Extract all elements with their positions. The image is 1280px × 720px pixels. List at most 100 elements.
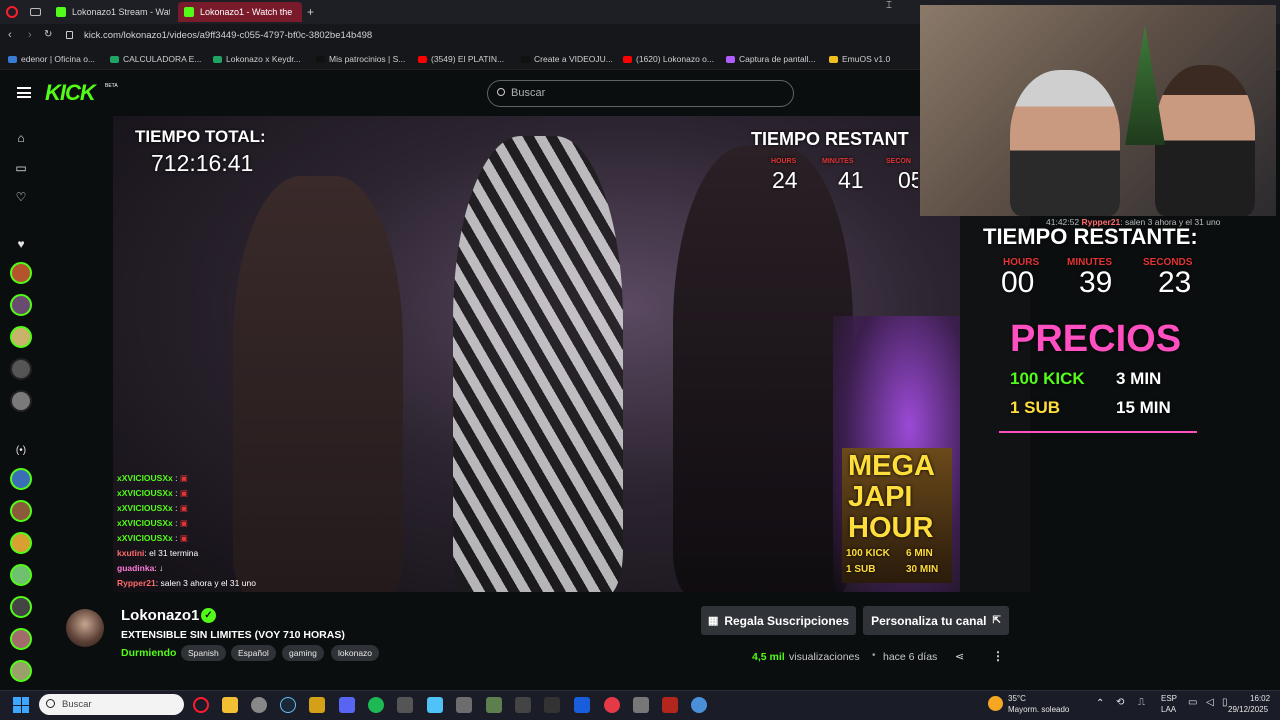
avatar[interactable] — [10, 326, 32, 348]
avatar[interactable] — [10, 628, 32, 650]
spotify-icon[interactable] — [368, 697, 384, 713]
home-icon[interactable]: ⌂ — [11, 128, 31, 148]
channel-name[interactable]: Lokonazo1 — [121, 607, 199, 624]
seconds-unit: SECON — [886, 158, 911, 165]
app-icon[interactable] — [515, 697, 531, 713]
new-tab-button[interactable]: + — [307, 5, 314, 19]
video-person-left — [233, 176, 403, 592]
avatar[interactable] — [66, 609, 104, 647]
app-icon[interactable] — [309, 697, 325, 713]
gift-subscriptions-button[interactable]: ▦ Regala Suscripciones — [701, 606, 856, 635]
microphone-icon[interactable]: ⎍ — [1138, 697, 1145, 708]
avatar[interactable] — [10, 532, 32, 554]
opera-icon[interactable] — [6, 6, 18, 18]
avatar[interactable] — [10, 596, 32, 618]
following-icon[interactable]: ♡ — [11, 187, 31, 207]
chrome-icon[interactable] — [251, 697, 267, 713]
avatar[interactable] — [10, 390, 32, 412]
chevron-up-icon[interactable]: ⌃ — [1096, 698, 1104, 709]
bookmark-item[interactable]: (3549) El PLATIN... — [418, 54, 504, 64]
bookmark-item[interactable]: EmuOS v1.0 — [829, 54, 890, 64]
time-ago: hace 6 días — [883, 651, 938, 663]
avatar[interactable] — [10, 468, 32, 490]
tab-label: Lokonazo1 Stream - Watch — [72, 7, 170, 17]
bookmark-item[interactable]: CALCULADORA E... — [110, 54, 201, 64]
discord-icon[interactable] — [339, 697, 355, 713]
bookmark-item[interactable]: Create a VIDEOJU... — [521, 54, 613, 64]
bookmark-item[interactable]: Mis patrocinios | S... — [316, 54, 405, 64]
chat-message: Rypper21: salen 3 ahora y el 31 uno — [117, 578, 256, 588]
clock-time[interactable]: 16:02 — [1250, 694, 1270, 703]
volume-icon[interactable]: ◁ — [1206, 697, 1214, 708]
app-icon[interactable] — [633, 697, 649, 713]
bookmark-item[interactable]: Captura de pantall... — [726, 54, 816, 64]
app-icon[interactable] — [486, 697, 502, 713]
forward-icon[interactable]: › — [28, 29, 32, 41]
more-options-icon[interactable]: ⋮ — [992, 649, 1004, 663]
hours-value: 24 — [772, 167, 798, 193]
hours-value: 00 — [1001, 266, 1035, 299]
opera-app-icon[interactable] — [193, 697, 209, 713]
language-bottom: LAA — [1161, 705, 1177, 714]
bitwarden-icon[interactable] — [574, 697, 590, 713]
tag[interactable]: Español — [231, 645, 276, 661]
avatar[interactable] — [10, 500, 32, 522]
verified-badge-icon: ✓ — [201, 608, 216, 623]
app-icon[interactable] — [456, 697, 472, 713]
app-icon[interactable] — [691, 697, 707, 713]
language-top[interactable]: ESP — [1161, 694, 1177, 703]
search-icon — [46, 699, 55, 708]
bookmark-item[interactable]: (1620) Lokonazo o... — [623, 54, 714, 64]
video-player[interactable] — [113, 116, 960, 592]
app-icon[interactable] — [397, 697, 413, 713]
notepad-icon[interactable] — [427, 697, 443, 713]
avatar[interactable] — [10, 294, 32, 316]
search-placeholder: Buscar — [511, 87, 546, 99]
taskbar-search-input[interactable] — [39, 694, 184, 715]
avatar[interactable] — [10, 660, 32, 682]
avatar[interactable] — [10, 564, 32, 586]
tag[interactable]: gaming — [282, 645, 324, 661]
tag[interactable]: lokonazo — [331, 645, 380, 661]
chat-message: xXVICIOUSXx : ▣ — [117, 488, 188, 498]
bookmark-item[interactable]: edenor | Oficina o... — [8, 54, 95, 64]
mega-price-time: 30 MIN — [906, 564, 939, 575]
app-icon[interactable] — [662, 697, 678, 713]
share-icon[interactable]: ⋖ — [955, 650, 964, 663]
category-link[interactable]: Durmiendo — [121, 647, 176, 659]
steam-icon[interactable] — [280, 697, 296, 713]
mega-line: HOUR — [848, 512, 934, 544]
reload-icon[interactable]: ↻ — [44, 29, 52, 40]
minutes-value: 41 — [838, 167, 864, 193]
app-icon[interactable] — [544, 697, 560, 713]
battery-icon[interactable]: ▯ — [1222, 697, 1228, 708]
webcam-person-right — [1155, 65, 1255, 216]
monitor-icon[interactable]: ▭ — [1188, 697, 1197, 708]
tab-lokonazo-stream[interactable]: Lokonazo1 Stream - Watch — [50, 2, 170, 22]
weather-icon[interactable] — [988, 696, 1003, 711]
app-icon[interactable] — [604, 697, 620, 713]
lock-icon — [66, 31, 73, 39]
minutes-value: 39 — [1079, 266, 1113, 299]
chat-message: guadinka: ↓ — [117, 563, 164, 573]
customize-channel-button[interactable]: Personaliza tu canal ⇱ — [863, 606, 1009, 635]
menu-icon[interactable] — [17, 87, 31, 98]
tab-list-icon[interactable] — [30, 8, 41, 16]
mega-price-item: 1 SUB — [846, 564, 876, 575]
windows-start-icon[interactable] — [13, 697, 29, 713]
network-icon[interactable]: ⟲ — [1116, 697, 1124, 708]
bookmark-favicon-icon — [521, 55, 530, 63]
url-field[interactable]: kick.com/lokonazo1/videos/a9ff3449-c055-… — [84, 30, 372, 41]
bookmark-favicon-icon — [418, 55, 427, 63]
tab-lokonazo-video[interactable]: Lokonazo1 - Watch the — [178, 2, 302, 22]
avatar[interactable] — [10, 358, 32, 380]
browse-icon[interactable]: ▭ — [11, 158, 31, 178]
bookmark-item[interactable]: Lokonazo x Keydr... — [213, 54, 301, 64]
file-explorer-icon[interactable] — [222, 697, 238, 713]
tag[interactable]: Spanish — [181, 645, 226, 661]
avatar[interactable] — [10, 262, 32, 284]
back-icon[interactable]: ‹ — [8, 29, 12, 41]
kick-logo[interactable]: KICK — [45, 80, 96, 106]
precio-time: 3 MIN — [1116, 369, 1162, 388]
clock-date: 29/12/2025 — [1228, 705, 1269, 714]
